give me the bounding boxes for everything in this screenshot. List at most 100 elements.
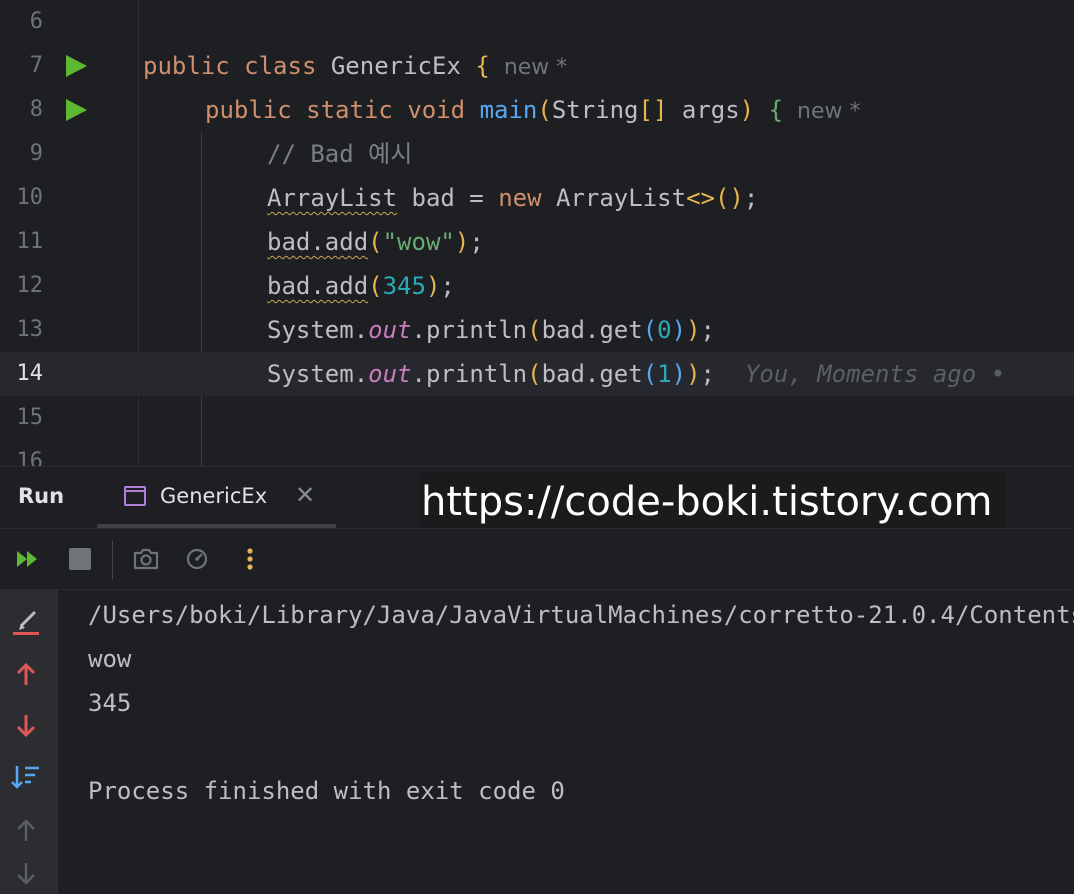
run-toolbar xyxy=(0,528,1074,590)
console-line: Process finished with exit code 0 xyxy=(88,777,565,805)
code-line: 8 public static void main(String[] args)… xyxy=(0,88,1074,132)
class-name: GenericEx xyxy=(330,52,461,80)
line-number: 11 xyxy=(16,229,44,254)
tab-label: GenericEx xyxy=(160,484,268,508)
run-class-icon[interactable] xyxy=(66,55,87,77)
paren: ( xyxy=(642,360,658,388)
keyword: public xyxy=(143,52,230,80)
code-segment: .println xyxy=(411,360,528,388)
code-line: 11 bad.add("wow"); xyxy=(0,220,1074,264)
close-icon[interactable]: ✕ xyxy=(295,481,315,509)
rerun-icon xyxy=(17,551,37,567)
line-number: 16 xyxy=(16,449,44,466)
scroll-down-button[interactable] xyxy=(9,856,45,892)
paren: ) xyxy=(671,360,687,388)
paren: ( xyxy=(368,272,383,300)
number-literal: 1 xyxy=(657,360,672,388)
more-icon xyxy=(247,548,253,570)
toolbar-separator xyxy=(112,541,113,579)
paren: ( xyxy=(642,316,658,344)
author-hint[interactable]: new * xyxy=(797,99,860,124)
paren: ) xyxy=(425,272,441,300)
console-side-toolbar xyxy=(0,590,58,894)
static-field: out xyxy=(368,316,412,344)
semicolon: ; xyxy=(469,228,484,256)
keyword: class xyxy=(244,52,317,80)
keyword: new xyxy=(498,184,542,212)
unchecked-call-warning[interactable]: bad.add xyxy=(267,272,368,300)
sort-button[interactable] xyxy=(9,760,45,796)
run-title: Run xyxy=(18,484,65,508)
brackets: [] xyxy=(638,96,668,124)
unchecked-call-warning[interactable]: bad.add xyxy=(267,228,368,256)
previous-occurrence-button[interactable] xyxy=(9,656,45,692)
scroll-up-button[interactable] xyxy=(9,812,45,848)
semicolon: ; xyxy=(440,272,455,300)
code-line: 10 ArrayList bad = new ArrayList<>(); xyxy=(0,176,1074,220)
brace: { xyxy=(768,96,784,124)
sort-icon xyxy=(11,766,39,789)
profiler-button[interactable] xyxy=(182,543,214,575)
console-line: 345 xyxy=(88,689,132,717)
code-line: 12 bad.add(345); xyxy=(0,264,1074,308)
paren: ) xyxy=(454,228,470,256)
scroll-down-icon xyxy=(17,863,35,885)
paren: ( xyxy=(537,96,552,124)
type-name: String xyxy=(551,96,639,124)
keyword: void xyxy=(407,96,466,124)
console-line: /Users/boki/Library/Java/JavaVirtualMach… xyxy=(88,601,1074,629)
clear-console-button[interactable] xyxy=(9,604,45,640)
diamond: <> xyxy=(686,184,715,212)
code-line-current: 14 System.out.println(bad.get(1)); You, M… xyxy=(0,352,1074,396)
code-line: 15 xyxy=(0,396,1074,440)
keyword: static xyxy=(306,96,393,124)
line-number: 7 xyxy=(29,53,43,78)
brace: { xyxy=(475,52,490,80)
camera-icon xyxy=(133,548,159,570)
code-segment: System. xyxy=(267,360,369,388)
code-segment: .println xyxy=(411,316,528,344)
stop-button[interactable] xyxy=(64,543,96,575)
scroll-up-icon xyxy=(17,819,35,841)
up-icon xyxy=(16,662,36,685)
code-text: ArrayList bad = new ArrayList<>(); xyxy=(267,176,758,220)
more-options-button[interactable] xyxy=(234,543,266,575)
author-hint[interactable]: new * xyxy=(504,55,567,80)
line-number: 9 xyxy=(29,141,43,166)
stop-icon xyxy=(69,548,91,570)
paren: ) xyxy=(671,316,687,344)
paren: ) xyxy=(686,360,701,388)
string-literal: "wow" xyxy=(382,228,455,256)
param-name: args xyxy=(667,96,740,124)
semicolon: ; xyxy=(743,184,759,212)
next-occurrence-button[interactable] xyxy=(9,708,45,744)
line-number: 10 xyxy=(16,185,44,210)
code-text: public static void main(String[] args) {… xyxy=(205,88,861,134)
paren: ( xyxy=(527,316,542,344)
code-line: 9 // Bad 예시 xyxy=(0,132,1074,176)
method-name: main xyxy=(479,96,538,124)
semicolon: ; xyxy=(700,316,715,344)
static-field: out xyxy=(368,360,412,388)
code-editor[interactable]: 6 7 public class GenericEx { new * 8 publ… xyxy=(0,0,1074,466)
console-output[interactable]: /Users/boki/Library/Java/JavaVirtualMach… xyxy=(58,590,1074,894)
raw-type-warning[interactable]: ArrayList xyxy=(267,184,397,212)
paren: ( xyxy=(368,228,383,256)
tab-genericex[interactable]: GenericEx ✕ xyxy=(97,467,336,529)
code-segment: System. xyxy=(267,316,369,344)
line-number: 13 xyxy=(16,317,44,342)
run-main-icon[interactable] xyxy=(66,99,87,121)
line-number: 15 xyxy=(16,405,44,430)
application-window-icon xyxy=(124,486,146,506)
git-blame-annotation[interactable]: You, Moments ago • xyxy=(745,360,1005,388)
profiler-icon xyxy=(186,548,208,570)
paren: ) xyxy=(739,96,755,124)
code-line: 6 xyxy=(0,0,1074,44)
thread-dump-button[interactable] xyxy=(130,543,162,575)
line-number: 14 xyxy=(16,361,44,386)
clear-icon xyxy=(13,610,39,635)
keyword: public xyxy=(205,96,292,124)
line-number: 6 xyxy=(29,9,43,34)
code-text: System.out.println(bad.get(1)); You, Mome… xyxy=(267,352,1005,396)
rerun-button[interactable] xyxy=(13,543,45,575)
